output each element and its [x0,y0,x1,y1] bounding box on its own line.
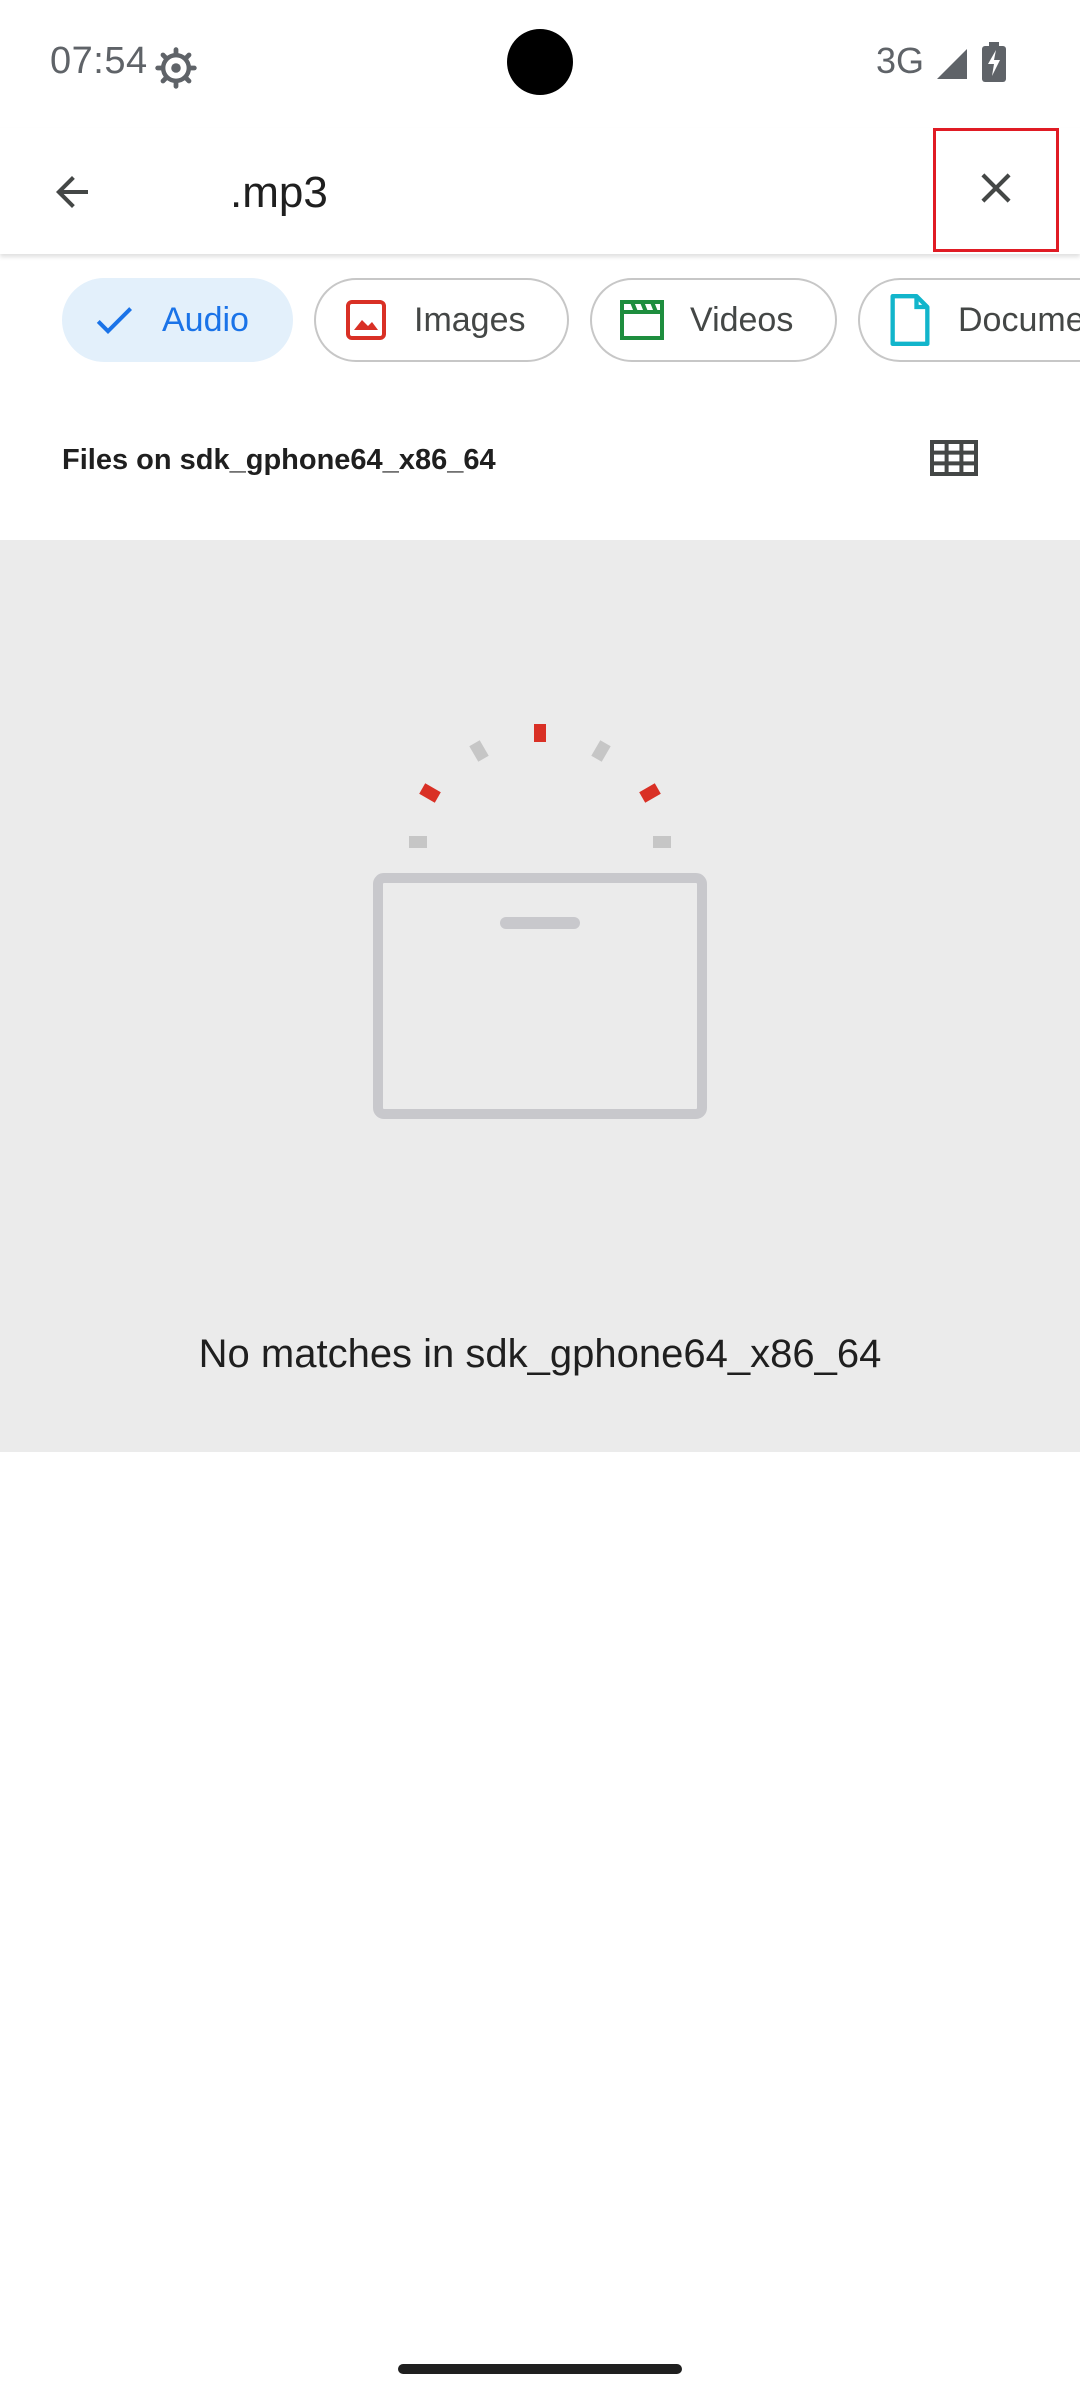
filter-chip-label: Images [414,300,526,339]
filter-chip-documents[interactable]: Documents [858,278,1080,362]
image-icon [342,296,390,344]
grid-view-icon [930,439,978,481]
document-icon [886,294,934,346]
back-button[interactable] [30,152,114,236]
clapperboard-icon [618,296,666,344]
check-icon [90,296,138,344]
filter-chip-audio[interactable]: Audio [62,278,293,362]
section-title: Files on sdk_gphone64_x86_64 [62,444,496,476]
filter-chips: Audio Images Videos Documents [0,278,1080,362]
clear-search-button[interactable] [933,128,1059,252]
search-input[interactable] [230,158,890,228]
filter-chip-images[interactable]: Images [314,278,569,362]
filter-chip-videos[interactable]: Videos [590,278,837,362]
network-type: 3G [876,40,925,81]
filter-chip-label: Documents [958,300,1080,339]
settings-gear-icon [154,46,198,90]
close-icon [971,163,1021,218]
battery-charging-icon [982,42,1006,82]
status-bar: 07:54 3G [0,0,1080,128]
arrow-left-icon [48,168,96,221]
gesture-navigation-bar[interactable] [398,2364,682,2374]
filter-chip-label: Audio [162,300,249,339]
empty-state-panel: No matches in sdk_gphone64_x86_64 [0,540,1080,1452]
status-time: 07:54 [50,40,148,82]
grid-view-toggle[interactable] [918,428,990,492]
empty-state-message: No matches in sdk_gphone64_x86_64 [198,1332,882,1376]
search-toolbar [0,128,1080,254]
empty-box-icon [360,720,720,1140]
signal-icon [934,46,970,82]
camera-cutout [507,29,573,95]
filter-chip-label: Videos [690,300,794,339]
